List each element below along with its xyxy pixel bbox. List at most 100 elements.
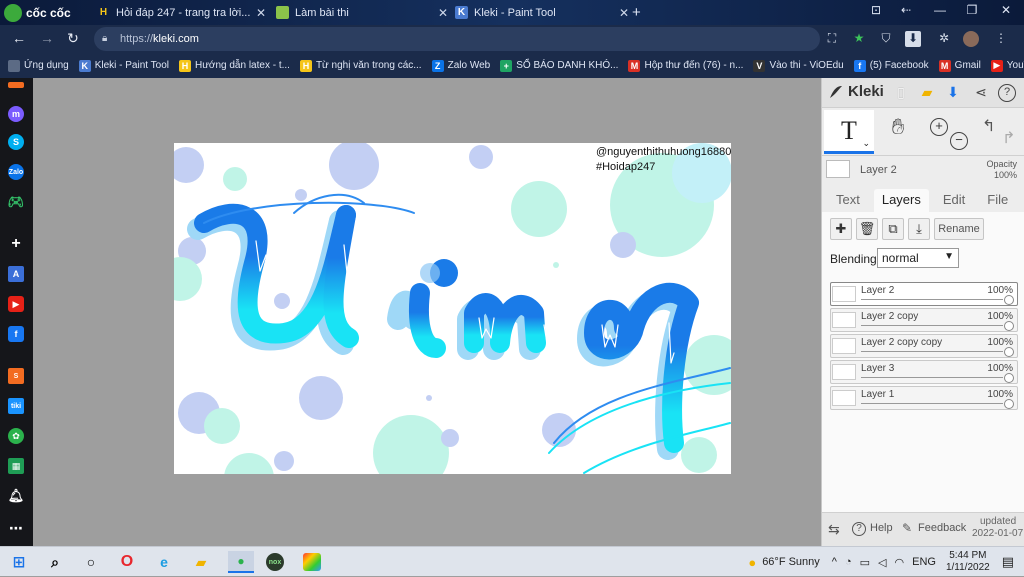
blending-select[interactable]: normal ▼ [877,248,959,268]
feedback-link[interactable]: Feedback [918,522,966,534]
close-icon[interactable]: ✕ [619,6,629,20]
download-icon[interactable]: ⬇ [905,31,921,47]
undo-icon[interactable]: ↰ [982,116,995,136]
coccoc-taskbar-icon[interactable]: ● [228,551,254,573]
close-icon[interactable]: ✕ [256,6,266,20]
layer-opacity-slider[interactable] [861,403,1003,404]
swap-icon[interactable]: ⇆ [828,521,840,538]
redo-icon[interactable]: ↱ [1002,128,1015,148]
notifications-icon[interactable]: ▤ [1002,554,1014,570]
tab-kleki[interactable]: K Kleki - Paint Tool ✕ [455,2,629,23]
tab-layers[interactable]: Layers [873,189,929,212]
youtube-icon[interactable]: ▶ [8,296,24,312]
tab-lam-bai-thi[interactable]: Làm bài thi ✕ [276,2,448,23]
bookmark-item[interactable]: H Từ nghị văn trong các... [299,59,422,72]
download-file-icon[interactable]: ⬇ [944,84,962,102]
search-icon[interactable]: ⌕ [46,553,64,571]
slider-handle[interactable] [1004,399,1014,409]
text-tool-button[interactable]: T ⌄ [824,110,874,154]
opera-icon[interactable]: O [118,553,136,571]
slider-handle[interactable] [1004,347,1014,357]
layer-opacity-slider[interactable] [861,325,1003,326]
zoom-in-icon[interactable]: + [930,118,948,136]
slider-handle[interactable] [1004,373,1014,383]
bookmark-item[interactable]: K Kleki - Paint Tool [78,59,169,72]
edge-icon[interactable]: e [155,553,173,571]
url-input[interactable]: 🔒︎ https://kleki.com [94,27,820,51]
avatar[interactable] [963,31,979,47]
layer-row[interactable]: Layer 2 100% [830,282,1018,306]
delete-layer-button[interactable]: 🗑︎ [856,218,878,240]
bookmark-item[interactable]: Ứng dụng [8,59,69,72]
help-link[interactable]: Help [870,522,893,534]
zalo-icon[interactable]: Zalo [8,164,24,180]
layer-row[interactable]: Layer 2 copy copy 100% [830,334,1018,358]
translate-sidebar-icon[interactable]: A [8,266,24,282]
bookmark-item[interactable]: M Gmail [938,59,981,72]
star-icon[interactable]: ★ [851,31,867,47]
bookmark-item[interactable]: H Hướng dẫn latex - t... [178,59,290,72]
add-icon[interactable]: + [8,235,24,252]
app-icon[interactable] [303,553,321,571]
bookmark-item[interactable]: M Hộp thư đến (76) - n... [628,59,743,72]
forward-icon[interactable]: → [38,30,56,46]
sidebar-top-icon[interactable] [8,82,24,88]
bookmark-item[interactable]: f (5) Facebook [853,59,929,72]
file-explorer-icon[interactable]: ▰ [192,553,210,571]
language-indicator[interactable]: ENG [912,556,936,568]
layer-opacity-slider[interactable] [861,299,1003,300]
back-icon[interactable]: ← [10,30,28,46]
volume-icon[interactable]: ◁ [878,556,886,569]
layer-row[interactable]: Layer 1 100% [830,386,1018,410]
reload-icon[interactable]: ↻ [64,30,82,47]
bookmark-item[interactable]: ▶YouTube [990,59,1024,72]
clock[interactable]: 5:44 PM 1/11/2022 [946,550,990,574]
tiki-icon[interactable]: tiki [8,398,24,414]
back-arrow-icon[interactable]: ⇠ [896,3,916,17]
shopee-icon[interactable]: S [8,368,24,384]
minimize-icon[interactable]: — [930,3,950,17]
bookmark-item[interactable]: + SỔ BÁO DANH KHÓ... [500,59,618,72]
slider-handle[interactable] [1004,295,1014,305]
layer-row[interactable]: Layer 3 100% [830,360,1018,384]
tab-hoidap[interactable]: H Hỏi đáp 247 - trang tra lời... ✕ [97,2,266,23]
windows-start-icon[interactable]: ⊞ [10,553,28,571]
menu-dots-icon[interactable]: ⋮ [993,31,1009,47]
layer-opacity-slider[interactable] [861,351,1003,352]
new-file-icon[interactable]: ▯ [892,84,910,102]
extensions-icon[interactable]: ✲ [936,31,952,47]
bookmark-item[interactable]: V Vào thi - ViOEdu [753,59,844,72]
zoom-out-icon[interactable]: − [950,132,968,150]
kleki-canvas-area[interactable]: @nguyenthithuhuong16880 #Hoidap247 [33,78,821,546]
close-icon[interactable]: ✕ [438,6,448,20]
messenger-icon[interactable]: m [8,106,24,122]
tray-app-icon[interactable]: ◔ [845,556,852,568]
kleki-brand[interactable]: Kleki [828,83,884,100]
add-layer-button[interactable]: ✚ [830,218,852,240]
skype-icon[interactable]: S [8,134,24,150]
sheets-icon[interactable]: ▦ [8,458,24,474]
battery-icon[interactable]: ▭ [860,556,870,569]
translate-icon[interactable]: ⛶ [824,31,840,47]
chevron-up-icon[interactable]: ^ [832,556,837,568]
layer-row[interactable]: Layer 2 copy 100% [830,308,1018,332]
weather-text[interactable]: 66°F Sunny [762,556,820,568]
lotus-icon[interactable]: ✿ [8,428,24,444]
layer-opacity-slider[interactable] [861,377,1003,378]
open-folder-icon[interactable]: ▰ [918,84,936,102]
rename-button[interactable]: Rename [934,218,984,240]
nox-icon[interactable]: nox [266,553,284,571]
game-icon[interactable]: 🎮︎ [8,194,25,210]
duplicate-layer-button[interactable]: ⧉ [882,218,904,240]
reader-icon[interactable]: ⊡ [866,3,886,17]
wifi-icon[interactable]: ◠ [895,556,905,569]
slider-handle[interactable] [1004,321,1014,331]
more-icon[interactable]: ⋯ [8,520,24,536]
merge-layer-button[interactable]: ⤓ [908,218,930,240]
share-icon[interactable]: ⋖ [972,84,990,102]
shield-icon[interactable]: ⛉ [878,31,894,47]
bookmark-item[interactable]: Z Zalo Web [431,59,490,72]
new-tab-button[interactable]: + [632,2,641,23]
restore-icon[interactable]: ❐ [962,3,982,17]
tab-file[interactable]: File [979,189,1016,212]
